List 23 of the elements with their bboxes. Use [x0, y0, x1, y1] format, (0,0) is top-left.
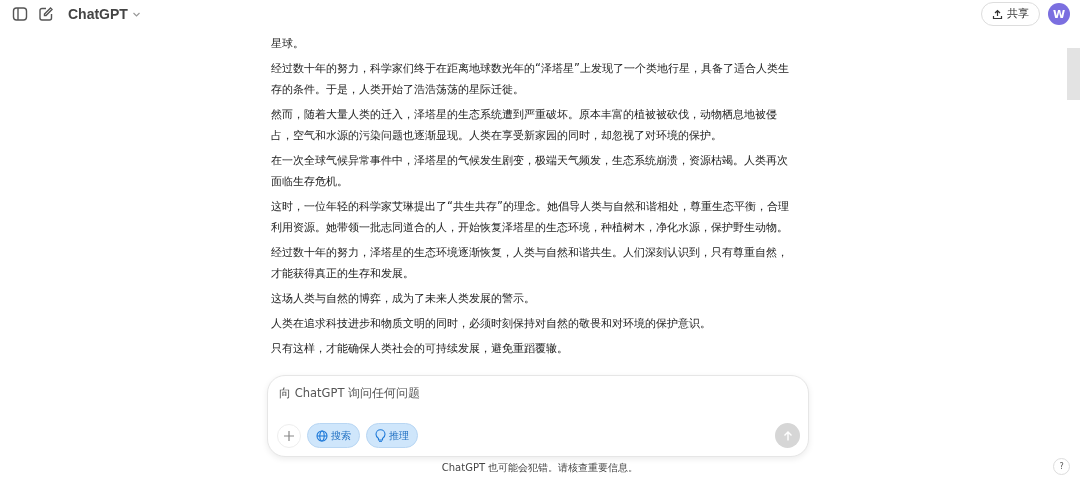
message-paragraph: 只有这样，才能确保人类社会的可持续发展，避免重蹈覆辙。	[271, 340, 569, 357]
avatar[interactable]: W	[1048, 3, 1070, 25]
new-chat-icon[interactable]	[38, 6, 54, 22]
message-paragraph: 经过数十年的努力，泽塔星的生态环境逐渐恢复，人类与自然和谐共生。人们深刻认识到，只有尊重自然，才能获得真正的生存和发展。	[271, 244, 789, 282]
message-paragraph: 在一次全球气候异常事件中，泽塔星的气候发生剧变，极端天气频发，生态系统崩溃，资源枯竭。人类再次面临生存危机。	[271, 152, 789, 190]
message-paragraph: 然而，随着大量人类的迁入，泽塔星的生态系统遭到严重破坏。原本丰富的植被被砍伐，动物栖息地被侵占，空气和水源的污染问题也逐渐显现。人类在享受新家园的同时，却忽视了对环境的保护。	[271, 106, 778, 144]
search-button[interactable]: 搜索	[307, 423, 360, 448]
globe-icon	[316, 429, 328, 442]
lightbulb-icon	[375, 429, 386, 442]
message-paragraph: 这场人类与自然的博弈，成为了未来人类发展的警示。	[271, 290, 536, 307]
disclaimer-text: ChatGPT 也可能会犯错。请核查重要信息。	[441, 461, 639, 475]
share-icon	[992, 8, 1003, 20]
reason-button[interactable]: 推理	[366, 423, 418, 448]
plus-icon	[283, 429, 295, 442]
attach-button[interactable]	[277, 423, 301, 448]
sidebar-toggle-icon[interactable]	[12, 6, 28, 22]
message-paragraph: 人类在追求科技进步和物质文明的同时，必须时刻保持对自然的敬畏和对环境的保护意识。	[271, 315, 712, 332]
model-title[interactable]: ChatGPT	[68, 6, 128, 22]
share-button[interactable]: 共享	[981, 2, 1040, 26]
message-paragraph: 星球。	[271, 35, 305, 52]
message-paragraph: 这时，一位年轻的科学家艾琳提出了“共生共存”的理念。她倡导人类与自然和谐相处，尊重生态平衡，合理利用资源。她带领一批志同道合的人，开始恢复泽塔星的生态环境，种植树木，净化水源，保护野生动物。	[271, 198, 790, 236]
scrollbar-thumb[interactable]	[1067, 48, 1080, 100]
message-paragraph: 经过数十年的努力，科学家们终于在距离地球数光年的“泽塔星”上发现了一个类地行星，具备了适合人类生存的条件。于是，人类开始了浩浩荡荡的星际迁徙。	[271, 60, 790, 98]
